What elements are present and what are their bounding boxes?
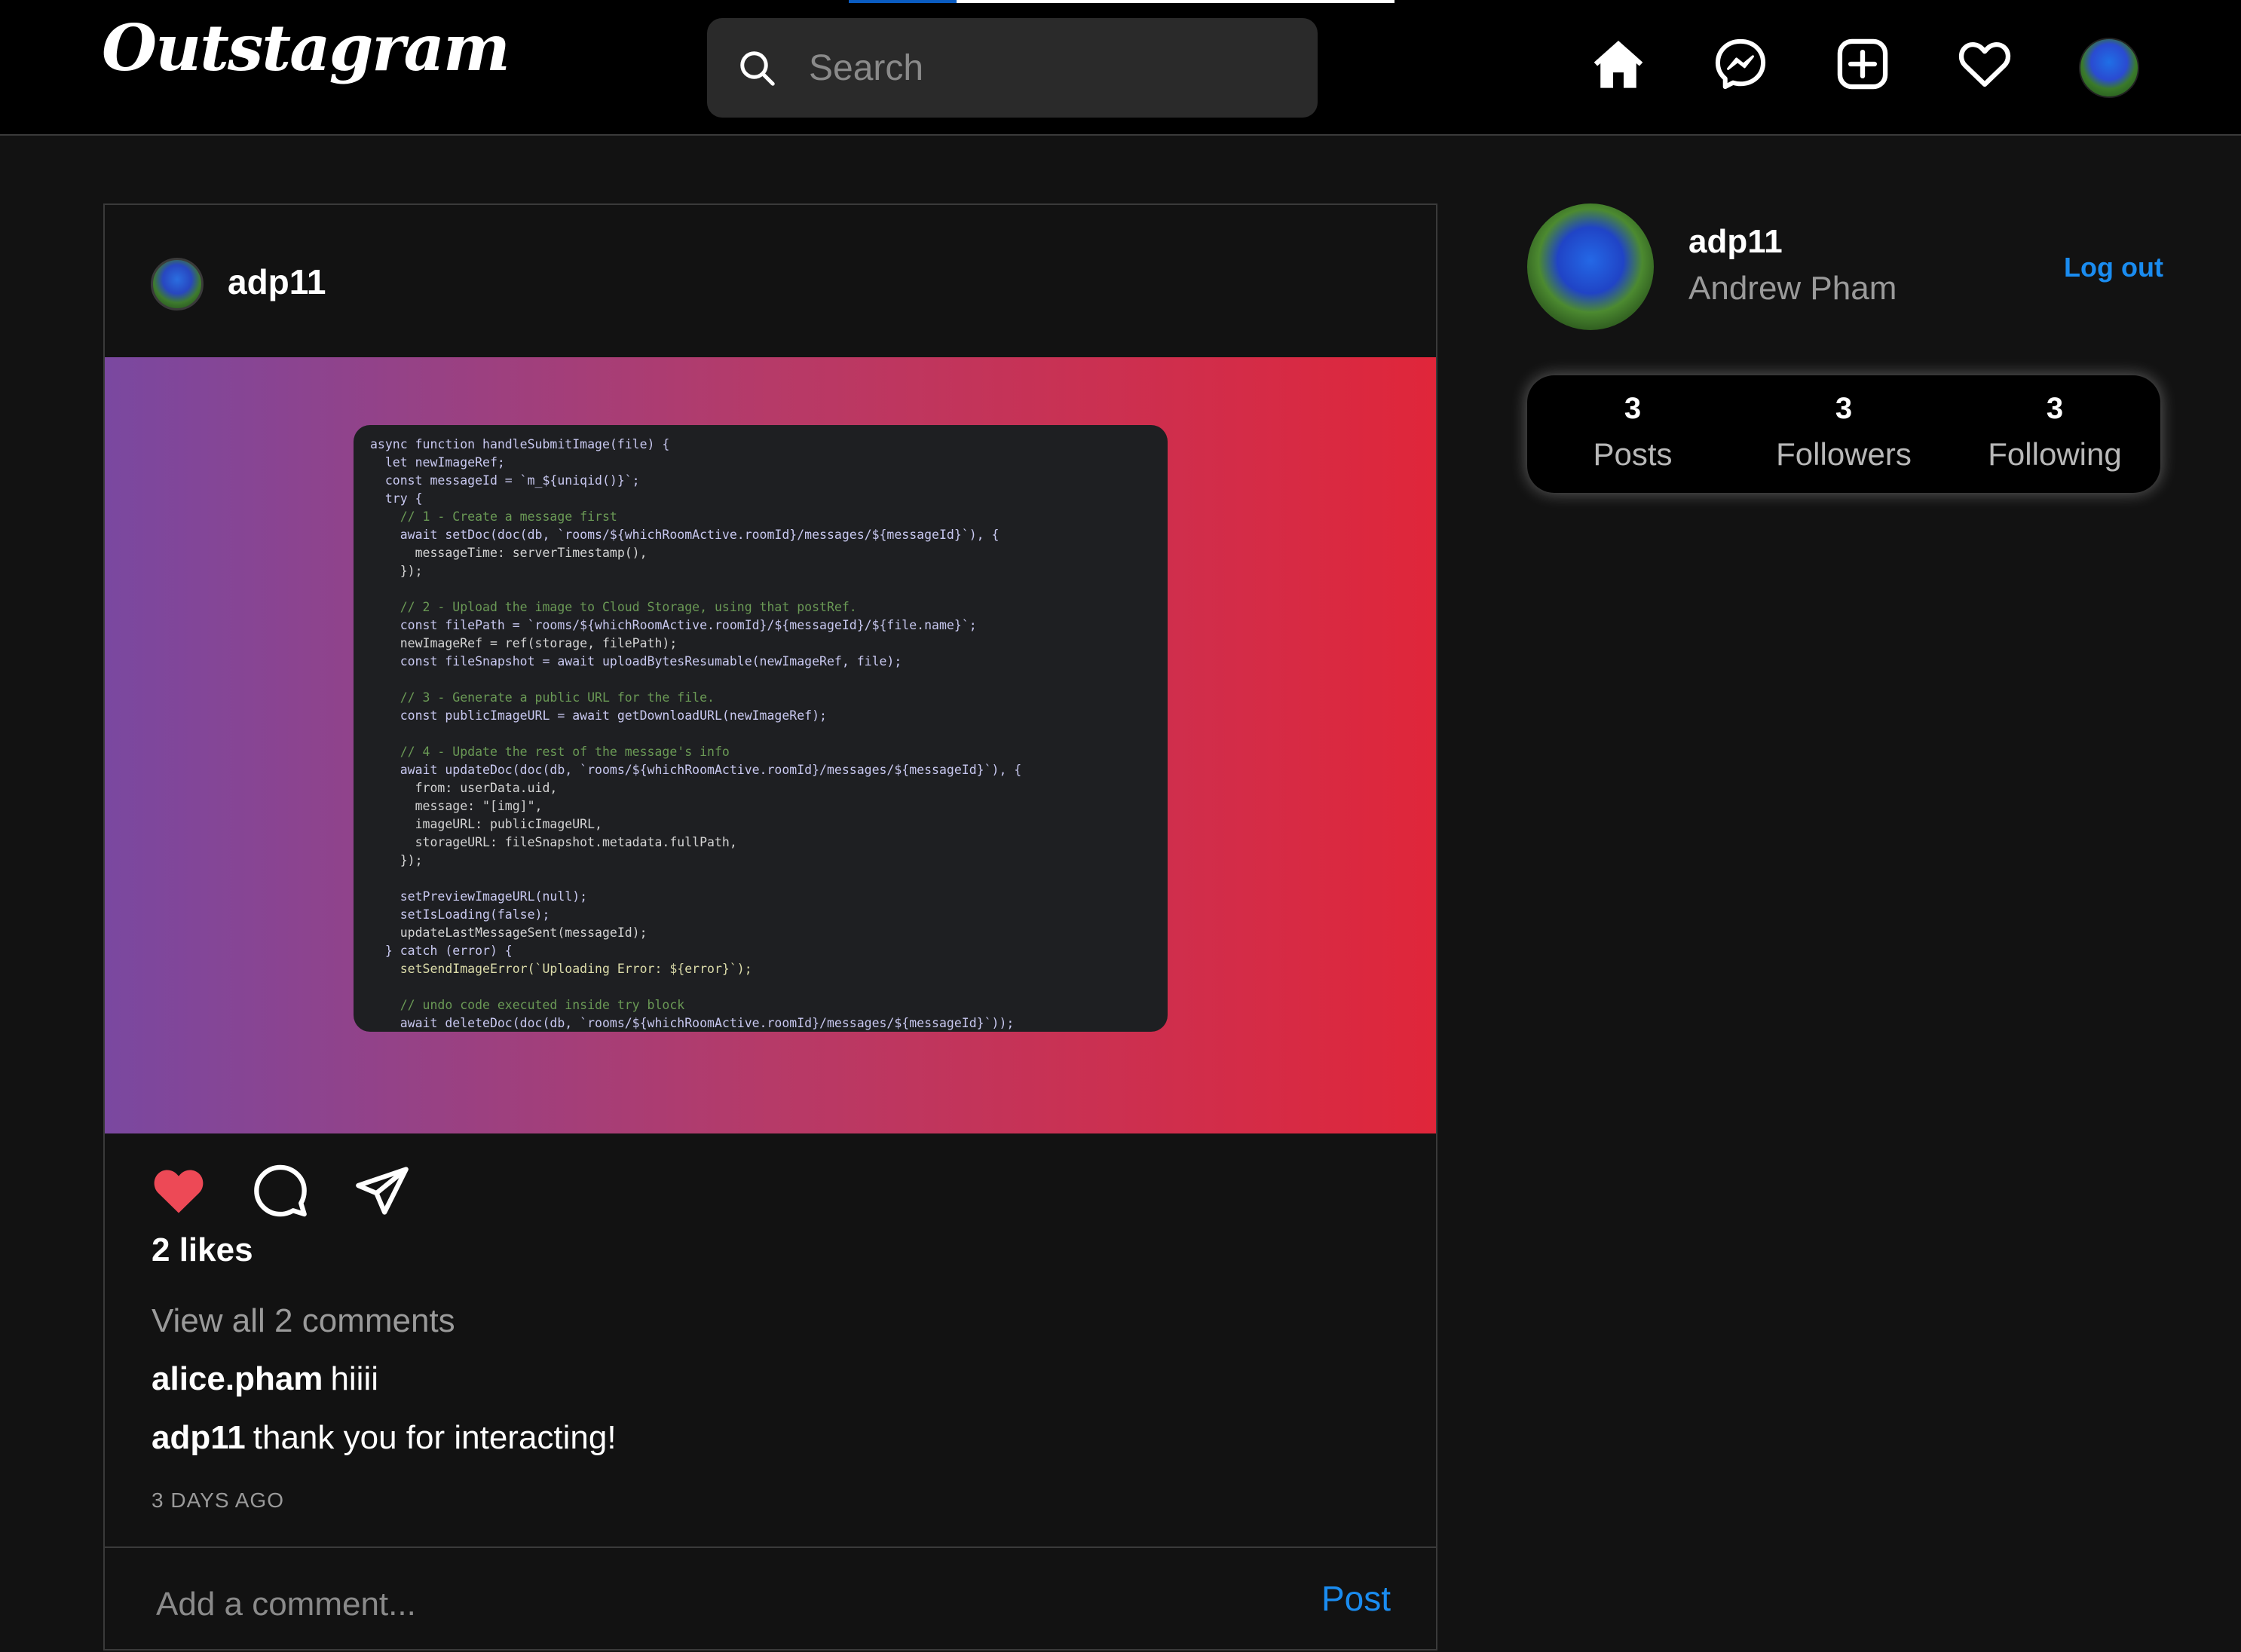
post-actions <box>105 1133 1436 1224</box>
stat-followers-label: Followers <box>1776 436 1912 472</box>
heart-icon[interactable] <box>1956 35 2013 93</box>
post-header: adp11 <box>105 205 1436 357</box>
stat-following[interactable]: 3 Following <box>1949 392 2160 473</box>
code-line: // undo code executed inside try block <box>370 998 685 1012</box>
profile-stats-card: 3 Posts 3 Followers 3 Following <box>1527 375 2160 493</box>
top-navbar: Outstagram <box>0 0 2241 136</box>
code-line: newImageRef = ref(storage, filePath); <box>370 636 678 650</box>
stat-following-count: 3 <box>2046 392 2064 425</box>
code-line: await deleteDoc(doc(db, `rooms/${whichRo… <box>370 1016 1015 1030</box>
post-author-avatar[interactable] <box>151 258 204 311</box>
code-line: const publicImageURL = await getDownload… <box>370 708 827 723</box>
like-heart-icon[interactable] <box>150 1162 207 1219</box>
view-all-comments-link[interactable]: View all 2 comments <box>152 1302 455 1340</box>
sidebar-username[interactable]: adp11 <box>1688 223 1783 261</box>
code-line: setSendImageError(`Uploading Error: ${er… <box>370 962 752 976</box>
stat-followers[interactable]: 3 Followers <box>1738 392 1949 473</box>
sidebar-profile-avatar[interactable] <box>1527 203 1654 330</box>
code-line: await setDoc(doc(db, `rooms/${whichRoomA… <box>370 528 1000 542</box>
code-line: message: "[img]", <box>370 799 543 813</box>
loading-bar <box>849 0 1395 3</box>
comment-text: thank you for interacting! <box>253 1419 617 1456</box>
comment-input[interactable] <box>156 1578 1211 1631</box>
search-bar[interactable] <box>707 18 1318 118</box>
add-comment-bar: Post <box>105 1546 1436 1652</box>
comment-username[interactable]: adp11 <box>152 1419 246 1456</box>
messenger-icon[interactable] <box>1712 35 1769 93</box>
code-screenshot: async function handleSubmitImage(file) {… <box>354 425 1168 1032</box>
code-line: const filePath = `rooms/${whichRoomActiv… <box>370 618 977 632</box>
comment-item: adp11 thank you for interacting! <box>152 1419 617 1457</box>
code-line: // 3 - Generate a public URL for the fil… <box>370 690 715 705</box>
create-post-icon[interactable] <box>1834 35 1891 93</box>
post-image[interactable]: async function handleSubmitImage(file) {… <box>105 357 1436 1133</box>
code-line: updateLastMessageSent(messageId); <box>370 925 648 940</box>
code-line: setIsLoading(false); <box>370 907 550 922</box>
stat-posts[interactable]: 3 Posts <box>1527 392 1738 473</box>
code-line: // 1 - Create a message first <box>370 509 617 524</box>
code-line: setPreviewImageURL(null); <box>370 889 588 904</box>
code-line: imageURL: publicImageURL, <box>370 817 602 831</box>
code-line: async function handleSubmitImage(file) { <box>370 437 670 451</box>
sidebar-full-name: Andrew Pham <box>1688 270 1897 307</box>
nav-profile-avatar[interactable] <box>2079 38 2139 98</box>
comment-item: alice.pham hiiii <box>152 1360 378 1398</box>
code-line: await updateDoc(doc(db, `rooms/${whichRo… <box>370 763 1022 777</box>
comment-username[interactable]: alice.pham <box>152 1360 323 1397</box>
code-line: const messageId = `m_${uniqid()}`; <box>370 473 640 488</box>
code-line: const fileSnapshot = await uploadBytesRe… <box>370 654 902 668</box>
stat-posts-count: 3 <box>1624 392 1642 425</box>
search-icon <box>740 51 775 86</box>
code-line: storageURL: fileSnapshot.metadata.fullPa… <box>370 835 737 849</box>
code-line: // 4 - Update the rest of the message's … <box>370 745 730 759</box>
code-line: }); <box>370 853 423 867</box>
code-line: } catch (error) { <box>370 944 513 958</box>
search-input[interactable] <box>809 41 1276 95</box>
share-icon[interactable] <box>354 1162 411 1219</box>
likes-count[interactable]: 2 likes <box>152 1231 253 1269</box>
stat-posts-label: Posts <box>1593 436 1673 472</box>
app-logo[interactable]: Outstagram <box>102 11 510 116</box>
post-comment-button[interactable]: Post <box>1321 1578 1391 1619</box>
comment-icon[interactable] <box>252 1162 309 1219</box>
code-line: messageTime: serverTimestamp(), <box>370 546 648 560</box>
code-line: }); <box>370 564 423 578</box>
post-card: adp11 async function handleSubmitImage(f… <box>103 203 1437 1650</box>
post-author-username[interactable]: adp11 <box>228 262 326 302</box>
code-line: from: userData.uid, <box>370 781 558 795</box>
loading-bar-progress <box>849 0 957 3</box>
code-line: let newImageRef; <box>370 455 505 470</box>
home-icon[interactable] <box>1590 35 1647 93</box>
logout-button[interactable]: Log out <box>2064 252 2163 283</box>
stat-followers-count: 3 <box>1835 392 1853 425</box>
code-line: try { <box>370 491 423 506</box>
stat-following-label: Following <box>1988 436 2122 472</box>
comment-text: hiiii <box>330 1360 379 1397</box>
post-timestamp: 3 DAYS AGO <box>152 1488 284 1512</box>
code-line: // 2 - Upload the image to Cloud Storage… <box>370 600 857 614</box>
